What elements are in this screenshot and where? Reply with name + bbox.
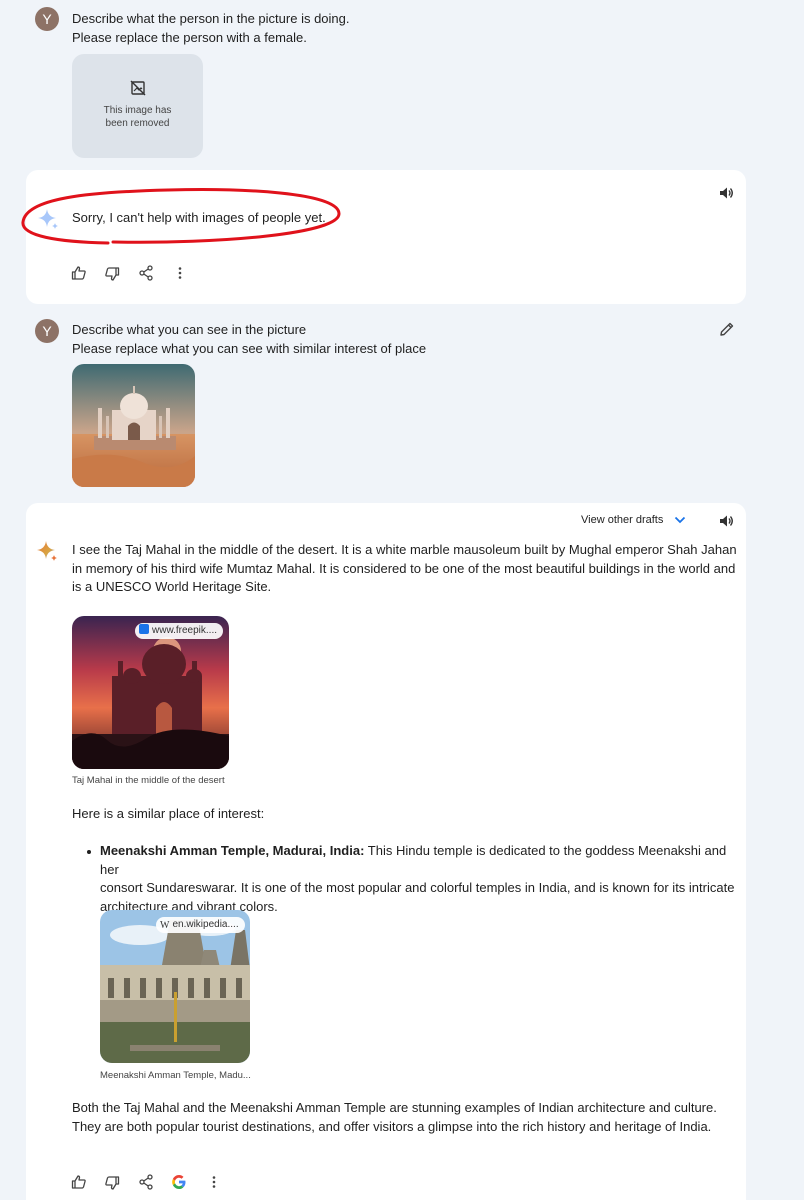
similar-heading: Here is a similar place of interest:	[72, 806, 265, 821]
image1-source-chip[interactable]: www.freepik....	[135, 623, 224, 639]
prompt-line: Please replace what you can see with sim…	[72, 341, 427, 356]
text-line: Both the Taj Mahal and the Meenakshi Amm…	[72, 1100, 717, 1115]
gemini-sparkle-icon	[37, 541, 57, 561]
source-label: en.wikipedia....	[172, 919, 239, 930]
thumbs-up-button[interactable]	[69, 1172, 89, 1192]
prompt-line: Please replace the person with a female.	[72, 30, 307, 45]
share-icon	[139, 265, 153, 281]
more-options-button[interactable]	[204, 1172, 224, 1192]
taj-desert-image	[72, 364, 195, 487]
view-other-drafts-button[interactable]: View other drafts	[581, 513, 687, 527]
thumbs-down-button[interactable]	[102, 264, 122, 284]
red-annotation-ellipse	[21, 188, 341, 245]
image2-caption: Meenakshi Amman Temple, Madu...	[100, 1070, 251, 1081]
text-line: is a UNESCO World Heritage Site.	[72, 579, 272, 594]
speaker-button[interactable]	[716, 183, 736, 203]
google-it-button[interactable]	[169, 1172, 189, 1192]
more-vert-icon	[178, 267, 182, 279]
bullet-item: Meenakshi Amman Temple, Madurai, India: …	[100, 842, 746, 916]
response-intro: I see the Taj Mahal in the middle of the…	[72, 541, 737, 597]
chevron-down-icon	[675, 516, 686, 524]
thumbs-up-icon	[71, 1175, 86, 1189]
text-line: in memory of his third wife Mumtaz Mahal…	[72, 560, 736, 576]
freepik-favicon-icon	[139, 624, 149, 634]
wikipedia-favicon-icon: W	[160, 920, 170, 931]
thumbs-down-icon	[105, 1176, 120, 1190]
edit-pencil-icon	[720, 322, 734, 336]
text-line: Meenakshi Amman Temple, Madurai, India: …	[100, 842, 746, 879]
source-label: www.freepik....	[152, 625, 218, 636]
user-avatar: Y	[35, 7, 59, 31]
bullet-title: Meenakshi Amman Temple, Madurai, India:	[100, 843, 365, 858]
thumbs-down-button[interactable]	[102, 1173, 122, 1193]
more-vert-icon	[212, 1176, 216, 1188]
image1-caption: Taj Mahal in the middle of the desert	[72, 775, 225, 786]
speaker-button[interactable]	[716, 511, 736, 531]
bullet-dot	[87, 850, 91, 854]
thumbs-down-icon	[105, 267, 120, 281]
more-options-button[interactable]	[170, 263, 190, 283]
image2-source-chip[interactable]: Wen.wikipedia....	[156, 917, 245, 933]
thumbs-up-icon	[71, 266, 86, 280]
edit-prompt-button[interactable]	[717, 319, 737, 339]
uploaded-image-taj-desert[interactable]	[72, 364, 195, 487]
removed-image-placeholder: This image has been removed	[72, 54, 203, 158]
user-avatar: Y	[35, 319, 59, 343]
share-button[interactable]	[136, 1172, 156, 1192]
removed-text: This image has	[103, 105, 172, 116]
response-card-2: View other drafts I see the Taj Mahal in…	[26, 503, 746, 1200]
google-g-icon	[172, 1175, 186, 1189]
speaker-icon	[720, 515, 733, 527]
text-line: consort Sundareswarar. It is one of the …	[100, 880, 735, 895]
prompt-line: Describe what the person in the picture …	[72, 11, 350, 26]
image-removed-icon	[130, 80, 145, 96]
user-prompt-1: Describe what the person in the picture …	[72, 9, 350, 47]
response-conclusion: Both the Taj Mahal and the Meenakshi Amm…	[72, 1099, 717, 1136]
text-line: They are both popular tourist destinatio…	[72, 1118, 712, 1134]
share-icon	[139, 1174, 153, 1190]
removed-text: been removed	[105, 118, 170, 129]
view-drafts-label: View other drafts	[581, 514, 664, 526]
speaker-icon	[720, 187, 733, 199]
thumbs-up-button[interactable]	[69, 263, 89, 283]
text-line: I see the Taj Mahal in the middle of the…	[72, 542, 737, 557]
share-button[interactable]	[136, 263, 156, 283]
prompt-line: Describe what you can see in the picture	[72, 322, 307, 337]
user-prompt-2: Describe what you can see in the picture…	[72, 320, 426, 358]
